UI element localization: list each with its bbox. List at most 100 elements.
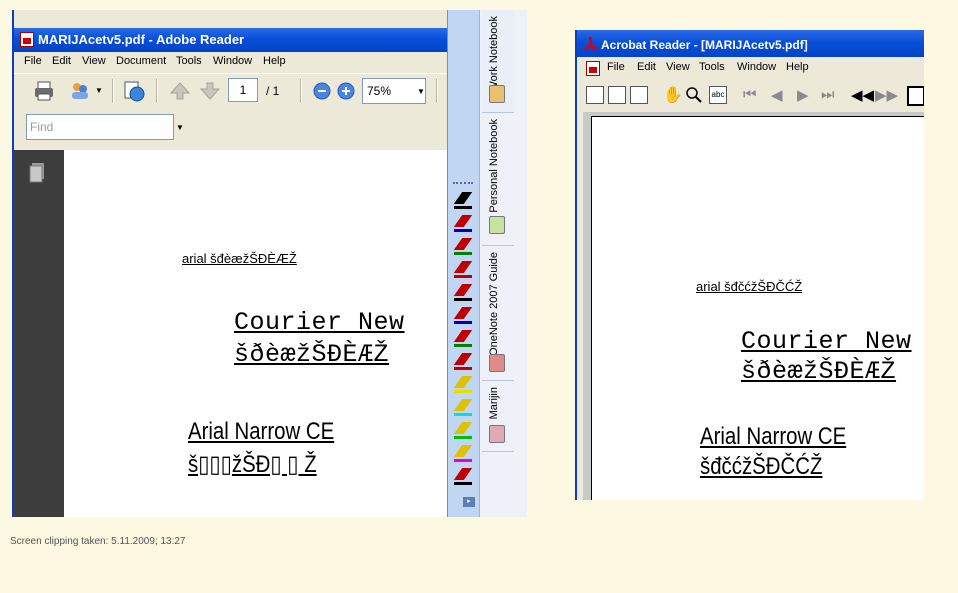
new-document-icon[interactable]	[907, 86, 924, 106]
menu-help[interactable]: Help	[786, 61, 809, 73]
menu-view[interactable]: View	[82, 55, 106, 67]
courier-text-line-1: Courier New	[741, 327, 912, 356]
thumbnails-page-icon[interactable]	[630, 86, 648, 104]
pen-color-swatch	[454, 252, 472, 255]
arial-text-line: arial šđèæžŠĐÈÆŽ	[182, 251, 297, 266]
pen-icon[interactable]	[453, 307, 473, 327]
pen-nib	[453, 215, 473, 227]
notebook-tab-marijin[interactable]: Marijin	[482, 381, 514, 452]
onenote-pen-toolbar: ▸	[447, 10, 479, 517]
go-back-icon[interactable]: ◀◀	[851, 86, 874, 104]
text-select-icon[interactable]: abc	[709, 86, 727, 104]
first-page-icon[interactable]: ⏮	[743, 86, 757, 103]
go-forward-icon[interactable]: ▶▶	[875, 86, 898, 104]
collaborate-dropdown-arrow[interactable]: ▼	[95, 86, 103, 95]
notebook-icon	[489, 354, 505, 372]
menu-edit[interactable]: Edit	[637, 61, 656, 73]
main-toolbar: ▼ 1 / 1 75% ▼	[14, 73, 447, 108]
pen-color-swatch	[454, 206, 472, 209]
pen-color-swatch	[454, 436, 472, 439]
collaborate-icon[interactable]	[68, 79, 92, 103]
zoom-tool-icon[interactable]	[685, 86, 703, 104]
menu-view[interactable]: View	[666, 61, 690, 73]
pen-icon[interactable]	[453, 422, 473, 442]
menu-document[interactable]: Document	[116, 55, 166, 67]
pen-icon[interactable]	[453, 445, 473, 465]
bookmarks-page-icon[interactable]	[608, 86, 626, 104]
pen-nib	[453, 238, 473, 250]
chevron-down-icon: ▼	[417, 87, 425, 96]
adobe-reader-window: MARIJAcetv5.pdf - Adobe Reader File Edit…	[12, 10, 447, 517]
next-page-icon[interactable]	[198, 79, 222, 103]
toolbar-separator	[300, 79, 302, 103]
pen-nib	[453, 468, 473, 480]
pen-color-swatch	[454, 459, 472, 462]
title-bar[interactable]: Acrobat Reader - [MARIJAcetv5.pdf]	[577, 30, 924, 57]
pen-icon[interactable]	[453, 238, 473, 258]
acrobat-reader-window: Acrobat Reader - [MARIJAcetv5.pdf] File …	[575, 30, 924, 500]
menu-tools[interactable]: Tools	[699, 61, 725, 73]
document-menu-icon[interactable]	[586, 61, 600, 76]
pen-nib	[453, 192, 473, 204]
find-input[interactable]: Find	[26, 114, 174, 140]
print-icon[interactable]	[32, 79, 56, 103]
pen-color-swatch	[454, 344, 472, 347]
menu-window[interactable]: Window	[213, 55, 252, 67]
pen-nib	[453, 445, 473, 457]
next-page-icon[interactable]: ▶	[797, 86, 809, 104]
pen-icon[interactable]	[453, 376, 473, 396]
page-only-icon[interactable]	[586, 86, 604, 104]
narrow-text-line-1: Arial Narrow CE	[700, 423, 847, 450]
pen-icon[interactable]	[453, 215, 473, 235]
menu-help[interactable]: Help	[263, 55, 286, 67]
acrobat-logo-icon	[583, 36, 598, 51]
page-number-input[interactable]: 1	[228, 78, 258, 102]
pen-icon[interactable]	[453, 468, 473, 488]
notebook-tab-onenote-guide[interactable]: OneNote 2007 Guide	[482, 246, 514, 381]
menu-edit[interactable]: Edit	[52, 55, 71, 67]
pages-icon[interactable]	[28, 162, 48, 184]
menu-file[interactable]: File	[24, 55, 42, 67]
toolbar-grip[interactable]	[453, 182, 473, 186]
pen-color-swatch	[454, 367, 472, 370]
screen-clipping-caption: Screen clipping taken: 5.11.2009; 13:27	[10, 536, 186, 547]
pen-icon[interactable]	[453, 284, 473, 304]
menu-tools[interactable]: Tools	[176, 55, 202, 67]
pen-color-swatch	[454, 413, 472, 416]
pen-color-swatch	[454, 482, 472, 485]
previous-page-icon[interactable]	[168, 79, 192, 103]
courier-text-line-1: Courier New	[234, 308, 405, 337]
document-page: arial šđčćžŠĐČĆŽ Courier New šðèæžŠÐÈÆŽ …	[591, 116, 924, 500]
pen-icon[interactable]	[453, 192, 473, 212]
zoom-out-icon[interactable]	[310, 79, 334, 103]
pen-color-swatch	[454, 390, 472, 393]
find-toolbar: Find ▼	[14, 114, 447, 148]
notebook-icon	[489, 425, 505, 443]
pen-icon[interactable]	[453, 261, 473, 281]
notebook-tab-work[interactable]: Work Notebook	[482, 10, 514, 113]
pen-icon[interactable]	[453, 330, 473, 350]
pen-color-swatch	[454, 275, 472, 278]
menu-window[interactable]: Window	[737, 61, 776, 73]
document-globe-icon[interactable]	[122, 79, 146, 103]
hand-tool-icon[interactable]: ✋	[663, 85, 683, 105]
toolbar-separator	[436, 79, 438, 103]
prev-page-icon[interactable]: ◀	[771, 86, 783, 104]
pen-color-swatch	[454, 321, 472, 324]
title-bar[interactable]: MARIJAcetv5.pdf - Adobe Reader	[14, 28, 447, 52]
window-title: Acrobat Reader - [MARIJAcetv5.pdf]	[601, 38, 808, 52]
pen-icon[interactable]	[453, 399, 473, 419]
zoom-select[interactable]: 75% ▼	[362, 78, 426, 104]
navigation-panel	[14, 150, 64, 517]
menu-file[interactable]: File	[607, 61, 625, 73]
zoom-in-icon[interactable]	[334, 79, 358, 103]
toolbar-overflow-icon[interactable]: ▸	[463, 497, 475, 507]
pen-icon[interactable]	[453, 353, 473, 373]
narrow-text-line-2: š▯▯▯žŠĐ▯ ▯ Ž	[188, 451, 317, 478]
notebook-tab-personal[interactable]: Personal Notebook	[482, 113, 514, 246]
find-dropdown-arrow[interactable]: ▼	[176, 123, 184, 132]
notebook-label: Work Notebook	[488, 16, 500, 92]
pen-nib	[453, 353, 473, 365]
last-page-icon[interactable]: ⏭	[821, 86, 835, 103]
pen-nib	[453, 261, 473, 273]
